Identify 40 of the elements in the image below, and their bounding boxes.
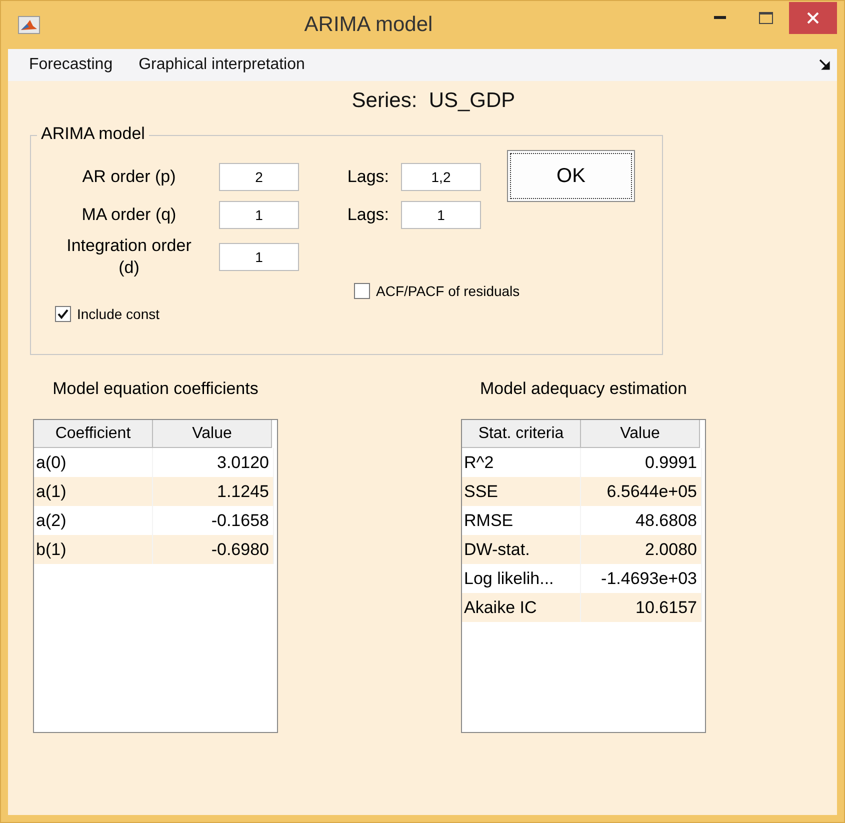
menu-item[interactable]: Forecasting: [16, 56, 126, 74]
table-cell: Akaike IC: [462, 593, 581, 622]
checkbox-label: ACF/PACF of residuals: [376, 283, 520, 299]
table-cell: 2.0080: [581, 535, 702, 564]
dock-arrow-icon[interactable]: [819, 59, 831, 71]
field-label: Integration order (d): [66, 234, 192, 279]
table-cell: 1.1245: [153, 477, 274, 506]
table-cell: 10.6157: [581, 593, 702, 622]
ok-button[interactable]: OK: [507, 150, 635, 202]
close-icon: [807, 12, 819, 24]
table-cell: a(1): [34, 477, 153, 506]
series-title: Series: US_GDP: [352, 89, 516, 113]
field-label: MA order (q): [80, 204, 178, 226]
input-field[interactable]: 1: [219, 243, 299, 271]
checkbox[interactable]: [55, 306, 71, 322]
lags-label: Lags:: [346, 167, 390, 187]
checkbox[interactable]: [354, 283, 370, 299]
lags-label: Lags:: [346, 205, 390, 225]
table-title: Model adequacy estimation: [480, 379, 687, 399]
checkbox-label: Include const: [77, 306, 160, 322]
table-cell: 6.5644e+05: [581, 477, 702, 506]
maximize-icon: [759, 12, 773, 24]
table-cell: b(1): [34, 535, 153, 564]
table-title: Model equation coefficients: [52, 379, 258, 399]
input-field[interactable]: 1: [401, 201, 481, 229]
minimize-icon: [714, 16, 726, 20]
table-cell: SSE: [462, 477, 581, 506]
input-field[interactable]: 1: [219, 201, 299, 229]
window-title: ARIMA model: [303, 13, 434, 37]
column-header[interactable]: Coefficient: [34, 420, 153, 448]
column-header[interactable]: Stat. criteria: [462, 420, 581, 448]
table-cell: DW-stat.: [462, 535, 581, 564]
input-field[interactable]: 1,2: [401, 163, 481, 191]
table-cell: -0.6980: [153, 535, 274, 564]
menu-item[interactable]: Graphical interpretation: [126, 56, 318, 74]
column-header[interactable]: Value: [153, 420, 272, 448]
field-label: AR order (p): [81, 166, 177, 188]
close-button[interactable]: [789, 2, 837, 34]
column-header[interactable]: Value: [581, 420, 700, 448]
input-field[interactable]: 2: [219, 163, 299, 191]
